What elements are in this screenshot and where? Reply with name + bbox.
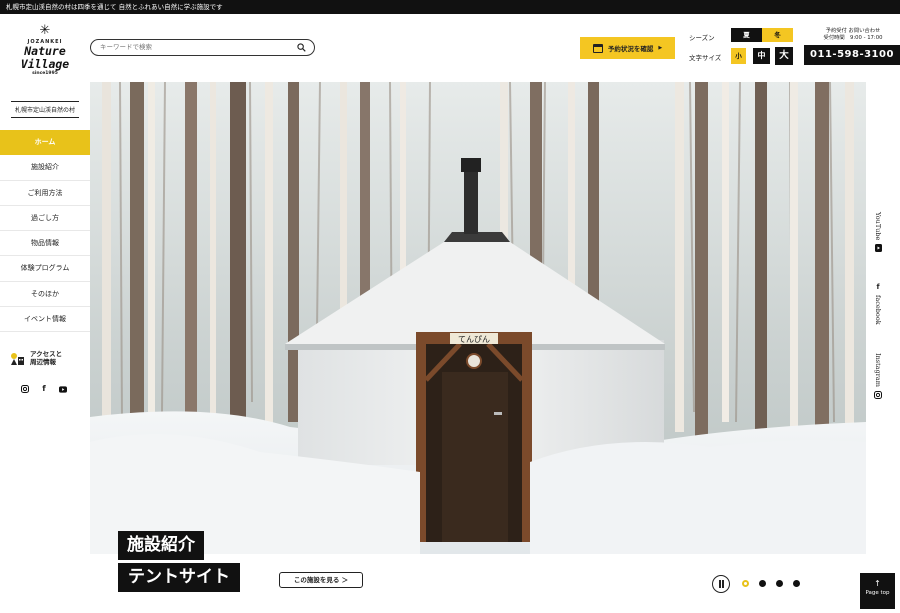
pause-icon[interactable] — [712, 575, 730, 593]
reservation-status-button[interactable]: 予約状況を確認 ▶ — [580, 37, 675, 59]
nav-item-facilities[interactable]: 施設紹介 — [0, 155, 90, 181]
instagram-icon — [874, 390, 882, 399]
nav-item-rental-items[interactable]: 物品情報 — [0, 231, 90, 257]
hero-sign-text: てんぴん — [458, 335, 490, 344]
season-winter-button[interactable]: 冬 — [762, 28, 793, 42]
font-size-large-button[interactable]: 大 — [775, 47, 793, 65]
font-size-label: 文字サイズ — [689, 54, 722, 62]
season-label: シーズン — [689, 34, 715, 42]
font-size-medium-button[interactable]: 中 — [753, 48, 770, 64]
sidebar-nav: ホーム 施設紹介 ご利用方法 過ごし方 物品情報 体験プログラム そのほか イベ… — [0, 130, 90, 333]
facebook-label: facebook — [874, 295, 882, 325]
page-top-button[interactable]: ↑ Page top — [860, 573, 895, 609]
nav-item-programs[interactable]: 体験プログラム — [0, 256, 90, 282]
logo-line1: Nature — [24, 44, 66, 58]
phone-number[interactable]: 011-598-3100 — [804, 45, 900, 65]
slide-dot-2[interactable] — [759, 580, 766, 587]
nav-item-usage[interactable]: ご利用方法 — [0, 181, 90, 206]
arrow-up-icon: ↑ — [874, 579, 881, 588]
hero-caption-category: 施設紹介 — [118, 531, 204, 560]
search-bar — [90, 39, 315, 56]
instagram-label: Instagram — [874, 353, 882, 387]
logo-since: since1995 — [32, 71, 58, 76]
access-label-line1: アクセスと — [30, 350, 63, 358]
reservation-label: 予約状況を確認 — [607, 45, 654, 53]
contact-line1: 予約受付 お問い合わせ — [825, 28, 881, 34]
sidebar-social-links: f — [21, 385, 67, 393]
hero-caption-title: テントサイト — [118, 563, 240, 592]
instagram-icon[interactable] — [21, 385, 29, 393]
slide-dot-4[interactable] — [793, 580, 800, 587]
season-summer-button[interactable]: 夏 — [731, 28, 762, 42]
triangle-right-icon: ▶ — [658, 45, 663, 51]
page-top-label: Page top — [865, 590, 890, 596]
youtube-icon — [874, 244, 882, 253]
map-pin-icon — [10, 351, 25, 365]
snowflake-icon: ✳ — [39, 23, 51, 38]
contact-info: 予約受付 お問い合わせ 受付時間 9:00 - 17:00 — [810, 28, 896, 42]
slide-dot-1[interactable] — [742, 580, 749, 587]
hero-image: てんぴん — [90, 82, 866, 554]
view-facility-button[interactable]: この施設を見る ＞ — [279, 572, 363, 588]
facebook-icon[interactable]: f — [40, 385, 48, 393]
calendar-icon — [592, 43, 603, 53]
youtube-label: YouTube — [874, 212, 882, 241]
logo-subtitle: 札幌市定山渓自然の村 — [11, 101, 79, 118]
access-label: アクセスと 周辺情報 — [30, 350, 62, 366]
access-label-line2: 周辺情報 — [30, 358, 56, 366]
slide-dot-3[interactable] — [776, 580, 783, 587]
logo-line2: Village — [20, 56, 70, 71]
nav-item-how-to-spend[interactable]: 過ごし方 — [0, 206, 90, 232]
nav-item-home[interactable]: ホーム — [0, 130, 90, 156]
instagram-link[interactable]: Instagram — [874, 353, 882, 399]
search-input[interactable] — [100, 42, 290, 53]
contact-hours: 受付時間 9:00 - 17:00 — [823, 35, 883, 41]
nav-item-events[interactable]: イベント情報 — [0, 307, 90, 333]
facebook-icon: f — [876, 283, 880, 291]
top-announcement-bar: 札幌市定山渓自然の村は四季を通じて 自然とふれあい自然に学ぶ施設です — [0, 0, 900, 14]
youtube-icon[interactable] — [59, 385, 67, 393]
search-icon[interactable] — [297, 43, 306, 52]
access-link[interactable]: アクセスと 周辺情報 — [10, 347, 82, 369]
facebook-link[interactable]: f facebook — [874, 283, 882, 325]
font-size-small-button[interactable]: 小 — [731, 48, 746, 64]
youtube-link[interactable]: YouTube — [874, 212, 882, 253]
nav-item-other[interactable]: そのほか — [0, 282, 90, 308]
site-logo[interactable]: ✳ JOZANKEI Nature Village since1995 — [8, 23, 82, 77]
